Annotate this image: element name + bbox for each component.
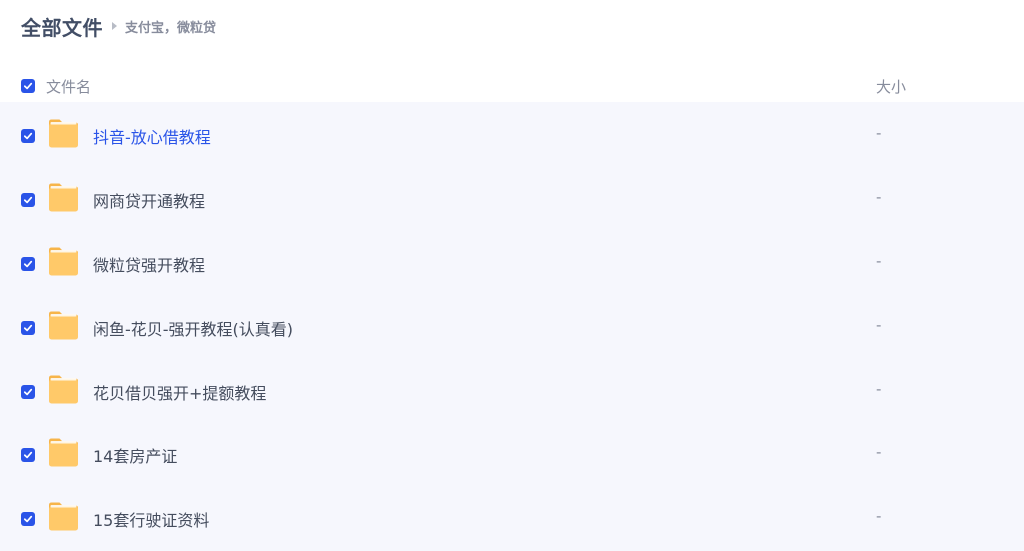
column-header-name[interactable]: 文件名 — [46, 76, 91, 97]
row-checkbox[interactable] — [21, 256, 35, 271]
file-name[interactable]: 闲鱼-花贝-强开教程(认真看) — [93, 316, 293, 340]
file-name[interactable]: 花贝借贝强开+提额教程 — [93, 380, 266, 404]
file-row[interactable]: 微粒贷强开教程 - — [0, 230, 1024, 294]
file-list-header: 文件名 大小 — [0, 70, 1024, 102]
checkmark-icon — [23, 324, 33, 331]
row-checkbox[interactable] — [21, 129, 35, 143]
file-name[interactable]: 15套行驶证资料 — [93, 507, 209, 531]
folder-icon[interactable] — [47, 374, 80, 405]
file-size: - — [876, 124, 882, 142]
row-checkbox[interactable] — [21, 448, 35, 463]
file-size: - — [876, 315, 882, 334]
breadcrumb-current-folder: 支付宝，微粒贷 — [125, 20, 217, 36]
file-row[interactable]: 花贝借贝强开+提额教程 - — [0, 358, 1024, 422]
checkmark-icon — [23, 196, 33, 204]
file-row[interactable]: 15套行驶证资料 - — [0, 485, 1024, 549]
file-name[interactable]: 微粒贷强开教程 — [93, 252, 205, 276]
file-name[interactable]: 14套房产证 — [93, 443, 177, 467]
row-checkbox[interactable] — [21, 320, 35, 335]
checkmark-icon — [23, 132, 33, 140]
row-checkbox[interactable] — [21, 512, 35, 527]
column-header-size[interactable]: 大小 — [876, 76, 906, 97]
file-size: - — [876, 507, 882, 526]
folder-icon[interactable] — [47, 182, 80, 213]
folder-icon[interactable] — [47, 501, 80, 532]
file-row[interactable]: 14套房产证 - — [0, 421, 1024, 485]
file-row[interactable]: 抖音-放心借教程 - — [0, 102, 1024, 166]
file-name[interactable]: 网商贷开通教程 — [93, 188, 205, 212]
checkmark-icon — [23, 82, 33, 90]
folder-icon[interactable] — [47, 310, 80, 341]
breadcrumb-all-files[interactable]: 全部文件 — [21, 12, 103, 41]
folder-icon[interactable] — [47, 118, 80, 149]
file-row[interactable]: 闲鱼-花贝-强开教程(认真看) - — [0, 294, 1024, 358]
checkmark-icon — [23, 388, 33, 395]
file-name[interactable]: 抖音-放心借教程 — [93, 124, 211, 148]
folder-icon[interactable] — [47, 246, 80, 277]
row-checkbox[interactable] — [21, 192, 35, 207]
breadcrumb: 全部文件 支付宝，微粒贷 — [21, 12, 216, 40]
file-row[interactable]: 网商贷开通教程 - — [0, 166, 1024, 230]
file-size: - — [876, 379, 882, 398]
folder-icon[interactable] — [47, 437, 80, 468]
file-size: - — [876, 443, 882, 462]
checkmark-icon — [23, 452, 33, 459]
select-all-checkbox[interactable] — [21, 79, 35, 93]
row-checkbox[interactable] — [21, 384, 35, 399]
file-size: - — [876, 251, 882, 270]
checkmark-icon — [23, 516, 33, 523]
file-list: 抖音-放心借教程 - 网商贷开通教程 - 微粒贷强开教程 - 闲鱼-花贝-强开教程(认真看)… — [0, 102, 1024, 551]
file-size: - — [876, 187, 882, 206]
chevron-right-icon — [112, 22, 117, 30]
checkmark-icon — [23, 260, 33, 268]
